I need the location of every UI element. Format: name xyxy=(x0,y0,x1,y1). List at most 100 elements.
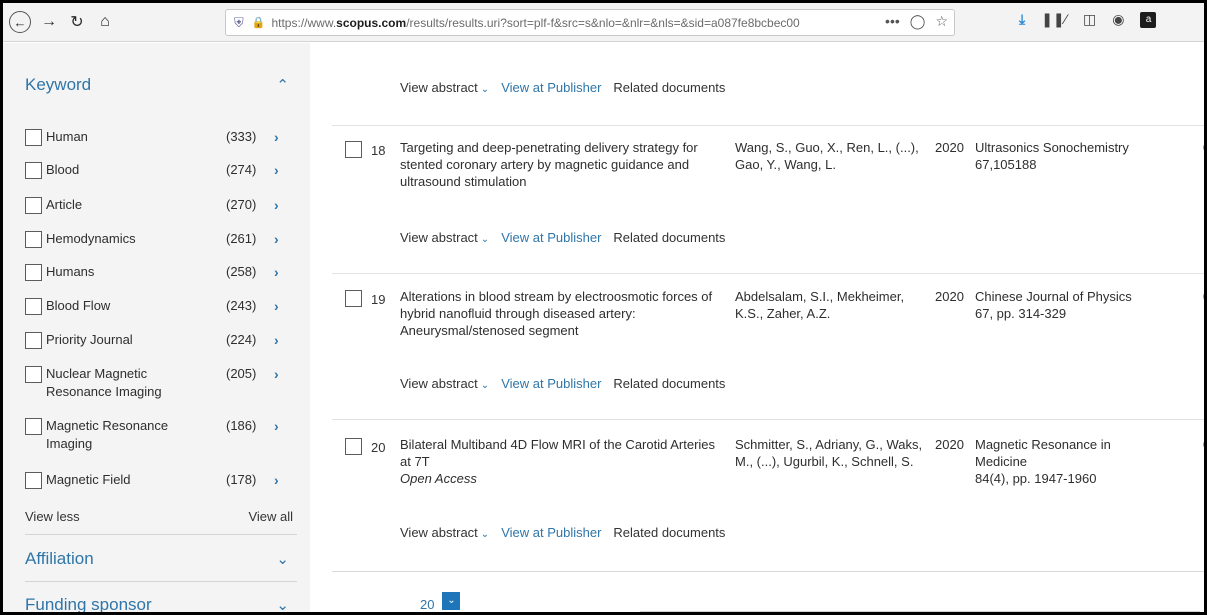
chevron-right-icon[interactable]: › xyxy=(274,417,279,453)
keyword-checkbox[interactable] xyxy=(25,129,42,146)
keyword-checkbox[interactable] xyxy=(25,264,42,281)
result-authors[interactable]: Wang, S., Guo, X., Ren, L., (...), Gao, … xyxy=(735,139,925,173)
keyword-checkbox[interactable] xyxy=(25,366,42,383)
view-at-publisher-link[interactable]: View at Publisher xyxy=(501,525,601,540)
keyword-item[interactable]: Priority Journal (224) › xyxy=(25,331,299,349)
chevron-right-icon[interactable]: › xyxy=(274,128,279,146)
chevron-right-icon[interactable]: › xyxy=(274,365,279,401)
keyword-checkbox[interactable] xyxy=(25,472,42,489)
keyword-facet-header[interactable]: Keyword ⌃ xyxy=(25,65,297,105)
keyword-item[interactable]: Magnetic Resonance Imaging (186) › xyxy=(25,417,299,453)
per-page-value[interactable]: 20 xyxy=(420,597,434,612)
related-documents-link[interactable]: Related documents xyxy=(613,80,725,95)
keyword-checkbox[interactable] xyxy=(25,298,42,315)
chevron-right-icon[interactable]: › xyxy=(274,471,279,489)
result-checkbox[interactable] xyxy=(345,290,362,307)
download-icon[interactable]: ⤓ xyxy=(1019,11,1025,28)
view-less-link[interactable]: View less xyxy=(25,509,80,524)
source-detail: 84(4), pp. 1947-1960 xyxy=(975,471,1097,486)
results-list: View abstract ⌄ View at Publisher Related… xyxy=(310,43,1204,612)
result-authors[interactable]: Abdelsalam, S.I., Mekheimer, K.S., Zaher… xyxy=(735,288,925,322)
facet-divider xyxy=(25,534,297,535)
keyword-checkbox[interactable] xyxy=(25,418,42,435)
keyword-item[interactable]: Human (333) › xyxy=(25,128,299,146)
chevron-right-icon[interactable]: › xyxy=(274,196,279,214)
related-documents-link[interactable]: Related documents xyxy=(613,230,725,245)
chevron-right-icon[interactable]: › xyxy=(274,230,279,248)
keyword-label: Blood Flow xyxy=(46,298,111,313)
result-number: 20 xyxy=(371,440,386,455)
keyword-checkbox[interactable] xyxy=(25,197,42,214)
url-text[interactable]: https://www.scopus.com/results/results.u… xyxy=(271,16,799,30)
home-icon[interactable]: ⌂ xyxy=(91,8,119,36)
result-actions: View abstract ⌄ View at Publisher Related… xyxy=(400,525,725,540)
result-title-link[interactable]: Bilateral Multiband 4D Flow MRI of the C… xyxy=(400,437,715,469)
keyword-item[interactable]: Hemodynamics (261) › xyxy=(25,230,299,248)
result-authors[interactable]: Schmitter, S., Adriany, G., Waks, M., (.… xyxy=(735,436,925,470)
keyword-view-controls: View less View all xyxy=(25,509,293,524)
chevron-right-icon[interactable]: › xyxy=(274,263,279,281)
bookmark-star-icon[interactable]: ☆ xyxy=(935,13,948,30)
row-divider xyxy=(332,273,1204,274)
result-number: 18 xyxy=(371,143,386,158)
reload-icon[interactable]: ↻ xyxy=(63,8,91,36)
view-abstract-link[interactable]: View abstract ⌄ xyxy=(400,525,489,540)
keyword-item[interactable]: Nuclear Magnetic Resonance Imaging (205)… xyxy=(25,365,299,401)
chevron-up-icon[interactable]: ⌃ xyxy=(276,76,297,94)
shield-icon[interactable]: ⛨ xyxy=(234,15,244,31)
pagination-bar[interactable] xyxy=(640,611,1200,612)
view-at-publisher-link[interactable]: View at Publisher xyxy=(501,230,601,245)
source-title[interactable]: Ultrasonics Sonochemistry xyxy=(975,140,1129,155)
keyword-item[interactable]: Blood (274) › xyxy=(25,161,299,179)
keyword-label: Magnetic Field xyxy=(46,472,131,487)
keyword-count: (243) xyxy=(226,298,257,313)
funding-facet-header[interactable]: Funding sponsor ⌄ xyxy=(25,585,297,612)
keyword-item[interactable]: Blood Flow (243) › xyxy=(25,297,299,315)
extension-icon[interactable]: a xyxy=(1140,11,1157,28)
lock-icon[interactable]: 🔒 xyxy=(252,16,266,29)
affiliation-facet-header[interactable]: Affiliation ⌄ xyxy=(25,539,297,579)
chevron-right-icon[interactable]: › xyxy=(274,297,279,315)
result-year: 2020 xyxy=(935,437,964,452)
source-title[interactable]: Chinese Journal of Physics xyxy=(975,289,1132,304)
related-documents-link[interactable]: Related documents xyxy=(613,376,725,391)
view-abstract-link[interactable]: View abstract ⌄ xyxy=(400,230,489,245)
keyword-label: Human xyxy=(46,129,88,144)
view-abstract-link[interactable]: View abstract ⌄ xyxy=(400,376,489,391)
chevron-down-icon[interactable]: ⌄ xyxy=(276,596,297,612)
per-page-dropdown-button[interactable]: ⌄ xyxy=(442,591,461,610)
view-at-publisher-link[interactable]: View at Publisher xyxy=(501,376,601,391)
pocket-icon[interactable]: ◯ xyxy=(910,13,926,30)
forward-icon[interactable]: → xyxy=(35,8,63,36)
library-icon[interactable]: ❚❚∕ xyxy=(1041,11,1067,28)
open-access-label: Open Access xyxy=(400,471,477,486)
keyword-count: (224) xyxy=(226,332,257,347)
url-bar[interactable]: ⛨ 🔒 https://www.scopus.com/results/resul… xyxy=(225,9,955,36)
view-at-publisher-link[interactable]: View at Publisher xyxy=(501,80,601,95)
keyword-checkbox[interactable] xyxy=(25,332,42,349)
toolbar-right-icons: ⤓ ❚❚∕ ◫ ◉ a xyxy=(1019,11,1157,28)
related-documents-link[interactable]: Related documents xyxy=(613,525,725,540)
results-per-page: 20 ⌄ xyxy=(420,591,461,612)
chevron-right-icon[interactable]: › xyxy=(274,161,279,179)
chevron-right-icon[interactable]: › xyxy=(274,331,279,349)
account-icon[interactable]: ◉ xyxy=(1112,11,1124,28)
chevron-down-icon[interactable]: ⌄ xyxy=(276,550,297,568)
result-title-link[interactable]: Targeting and deep-penetrating delivery … xyxy=(400,139,725,190)
source-title[interactable]: Magnetic Resonance in Medicine xyxy=(975,437,1111,469)
page-actions-icon[interactable]: ••• xyxy=(885,13,900,30)
back-icon[interactable]: ← xyxy=(9,11,31,33)
result-checkbox[interactable] xyxy=(345,438,362,455)
keyword-checkbox[interactable] xyxy=(25,162,42,179)
sidebar-icon[interactable]: ◫ xyxy=(1083,11,1096,28)
keyword-checkbox[interactable] xyxy=(25,231,42,248)
result-checkbox[interactable] xyxy=(345,141,362,158)
view-abstract-link[interactable]: View abstract ⌄ xyxy=(400,80,489,95)
keyword-item[interactable]: Magnetic Field (178) › xyxy=(25,471,299,489)
keyword-count: (258) xyxy=(226,264,257,279)
row-divider xyxy=(332,419,1204,420)
keyword-item[interactable]: Humans (258) › xyxy=(25,263,299,281)
result-title-link[interactable]: Alterations in blood stream by electroos… xyxy=(400,288,725,339)
view-all-link[interactable]: View all xyxy=(248,509,293,524)
keyword-item[interactable]: Article (270) › xyxy=(25,196,299,214)
